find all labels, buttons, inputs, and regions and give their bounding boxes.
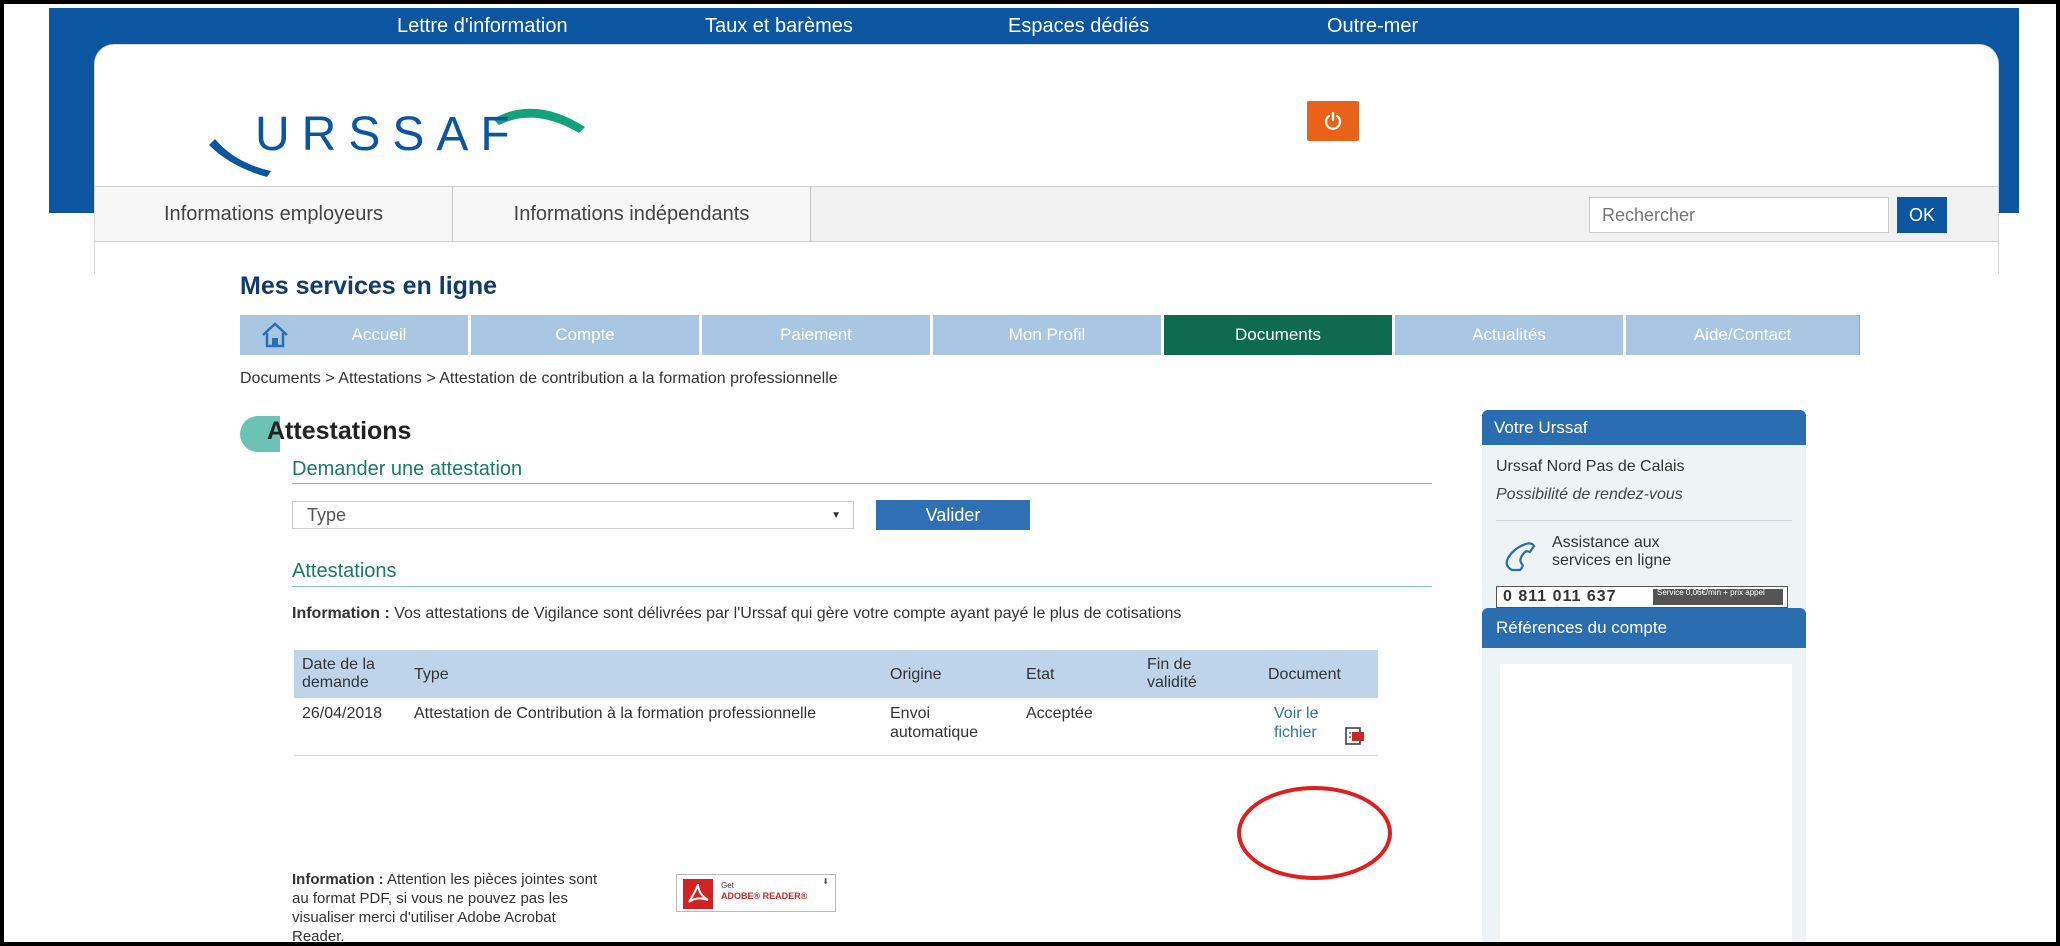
subnav-tab-documents[interactable]: Documents [1164, 315, 1395, 355]
subnav-tab-aide-contact[interactable]: Aide/Contact [1626, 315, 1860, 355]
logout-button[interactable] [1307, 101, 1359, 141]
subnav-tab-paiement[interactable]: Paiement [702, 315, 933, 355]
subnav-label: Actualités [1472, 325, 1546, 344]
breadcrumb: Documents > Attestations > Attestation d… [240, 370, 838, 387]
badge-line-2: ADOBE® READER® [721, 891, 808, 901]
validate-button[interactable]: Valider [876, 500, 1030, 530]
col-header-fin-validite: Fin de validité [1147, 656, 1197, 691]
subnav-label: Mon Profil [1008, 325, 1086, 344]
section-divider [292, 483, 1432, 484]
col-header-document: Document [1268, 666, 1341, 683]
urssaf-logo-text: URSSAF [255, 108, 522, 161]
subnav-tab-mon-profil[interactable]: Mon Profil [933, 315, 1164, 355]
col-header-date: Date de la demande [302, 656, 375, 691]
subnav-label: Documents [1235, 325, 1321, 344]
section-divider [292, 586, 1432, 587]
info-text: Vos attestations de Vigilance sont déliv… [389, 605, 1182, 622]
panel-divider [1496, 520, 1792, 521]
attestations-list-title: Attestations [292, 560, 397, 582]
subnav-label: Compte [555, 325, 615, 344]
table-row: 26/04/2018 Attestation de Contribution à… [294, 698, 1378, 756]
home-icon [262, 322, 288, 348]
pdf-info: Information : Attention les pièces joint… [292, 870, 612, 942]
select-value: Type [307, 504, 347, 525]
phone-price: Service 0,06€/min + prix appel [1653, 589, 1783, 605]
search-ok-button[interactable]: OK [1897, 197, 1947, 233]
col-header-etat: Etat [1026, 666, 1055, 683]
subnav-tab-compte[interactable]: Compte [471, 315, 702, 355]
topnav-taux-baremes[interactable]: Taux et barèmes [705, 15, 853, 38]
request-section-title: Demander une attestation [292, 458, 523, 480]
attestation-type-select[interactable]: Type ▼ [292, 501, 854, 529]
tab-label: Informations employeurs [164, 202, 383, 225]
phone-number-box[interactable]: 0 811 011 637 Service 0,06€/min + prix a… [1496, 586, 1788, 608]
subnav-tab-actualites[interactable]: Actualités [1395, 315, 1626, 355]
get-adobe-reader-badge[interactable]: Get ADOBE® READER® ⬇ [676, 874, 836, 912]
panel-title: Votre Urssaf [1482, 410, 1806, 445]
power-icon [1324, 111, 1342, 130]
dropdown-arrow-icon: ▼ [831, 510, 841, 521]
services-subnav: Accueil Compte Paiement Mon Profil Docum… [240, 315, 1860, 355]
pdf-file-icon[interactable] [1344, 726, 1366, 746]
col-header-origine: Origine [890, 666, 942, 683]
appointment-info: Possibilité de rendez-vous [1496, 486, 1683, 503]
adobe-reader-icon [683, 879, 713, 909]
references-panel: Références du compte [1482, 608, 1806, 942]
tab-informations-independants[interactable]: Informations indépendants [453, 187, 811, 241]
top-nav: Lettre d'information Taux et barèmes Esp… [49, 8, 2019, 48]
subnav-label: Accueil [351, 325, 407, 344]
panel-title: Références du compte [1482, 608, 1806, 648]
subnav-label: Paiement [780, 325, 852, 344]
assistance-label: Assistance aux services en ligne [1552, 534, 1672, 569]
vigilance-info: Information : Vos attestations de Vigila… [292, 604, 1422, 624]
cell-type: Attestation de Contribution à la formati… [414, 705, 817, 722]
topnav-outre-mer[interactable]: Outre-mer [1327, 15, 1418, 38]
tab-label: Informations indépendants [513, 202, 750, 225]
references-content [1500, 664, 1792, 942]
cell-date: 26/04/2018 [302, 705, 383, 722]
cell-etat: Acceptée [1026, 705, 1093, 722]
download-icon: ⬇ [822, 877, 829, 886]
info-label: Information : [292, 605, 390, 622]
col-header-type: Type [414, 666, 449, 683]
urssaf-name: Urssaf Nord Pas de Calais [1496, 458, 1685, 475]
badge-line-1: Get [721, 881, 734, 890]
highlight-circle [1237, 786, 1392, 880]
page-title: Mes services en ligne [240, 272, 498, 300]
section-title-attestations: Attestations [267, 417, 412, 445]
table-header: Date de la demande Type Origine Etat Fin… [294, 650, 1378, 698]
cell-origine: Envoi automatique [890, 705, 979, 741]
search-input[interactable] [1589, 197, 1889, 233]
main-nav: Informations employeurs Informations ind… [95, 186, 1998, 242]
view-file-link[interactable]: Voir le fichier [1274, 704, 1344, 742]
tab-informations-employeurs[interactable]: Informations employeurs [95, 187, 453, 241]
main-content: Mes services en ligne Accueil Compte Pai… [124, 242, 1969, 942]
topnav-espaces-dedies[interactable]: Espaces dédiés [1008, 15, 1149, 38]
phone-icon [1505, 542, 1536, 572]
phone-number: 0 811 011 637 [1503, 588, 1617, 605]
topnav-lettre-information[interactable]: Lettre d'information [397, 15, 568, 38]
subnav-tab-accueil[interactable]: Accueil [240, 315, 471, 355]
info-label: Information : [292, 871, 384, 888]
subnav-label: Aide/Contact [1693, 325, 1792, 344]
browser-frame: Lettre d'information Taux et barèmes Esp… [0, 0, 2060, 946]
